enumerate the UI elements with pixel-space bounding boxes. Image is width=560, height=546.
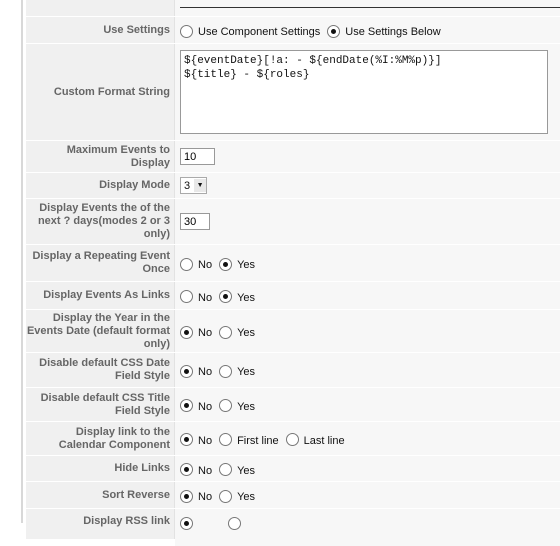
row-repeating-once: Display a Repeating Event Once No Yes bbox=[26, 245, 560, 282]
row-max-events: Maximum Events to Display bbox=[26, 141, 560, 173]
radio-yes[interactable]: Yes bbox=[219, 257, 255, 271]
row-calendar-link: Display link to the Calendar Component N… bbox=[26, 422, 560, 456]
field-label: Display a Repeating Event Once bbox=[26, 245, 175, 281]
row-hide-links: Hide Links No Yes bbox=[26, 456, 560, 482]
radio-yes[interactable]: Yes bbox=[219, 325, 255, 339]
field-label: Display link to the Calendar Component bbox=[26, 422, 175, 455]
next-days-input[interactable] bbox=[180, 213, 210, 230]
radio-use-settings-below[interactable]: Use Settings Below bbox=[327, 24, 441, 38]
radio-no[interactable]: No bbox=[180, 462, 212, 477]
radio-use-component-settings[interactable]: Use Component Settings bbox=[180, 24, 320, 38]
field-label: Disable default CSS Title Field Style bbox=[26, 388, 175, 421]
row-rss-link: Display RSS link bbox=[26, 509, 560, 546]
chevron-down-icon: ▼ bbox=[194, 179, 207, 192]
row-events-as-links: Display Events As Links No Yes bbox=[26, 282, 560, 310]
field-label: Hide Links bbox=[26, 456, 175, 481]
row-use-settings: Use Settings Use Component Settings Use … bbox=[26, 17, 560, 44]
radio-no[interactable]: No bbox=[180, 364, 212, 378]
row-css-date: Disable default CSS Date Field Style No … bbox=[26, 353, 560, 388]
field-label: Display Mode bbox=[26, 173, 175, 198]
radio-yes[interactable]: Yes bbox=[219, 462, 255, 477]
panel-border bbox=[21, 0, 23, 523]
field-label: Disable default CSS Date Field Style bbox=[26, 353, 175, 387]
field-label: Maximum Events to Display bbox=[26, 141, 175, 172]
radio-last-line[interactable]: Last line bbox=[285, 432, 345, 447]
radio-first-line[interactable]: First line bbox=[219, 432, 279, 447]
radio-yes[interactable]: Yes bbox=[219, 364, 255, 378]
radio-no[interactable]: No bbox=[180, 398, 212, 413]
radio-yes[interactable]: Yes bbox=[219, 289, 255, 304]
field-label: Display the Year in the Events Date (def… bbox=[26, 310, 175, 352]
radio-no[interactable]: No bbox=[180, 489, 212, 503]
max-events-input[interactable] bbox=[180, 148, 215, 165]
row-css-title: Disable default CSS Title Field Style No… bbox=[26, 388, 560, 422]
top-row bbox=[26, 0, 560, 17]
radio-yes[interactable]: Yes bbox=[219, 398, 255, 413]
field-label: Display Events the of the next ? days(mo… bbox=[26, 199, 175, 244]
row-display-mode: Display Mode 3 ▼ bbox=[26, 173, 560, 199]
empty-label bbox=[26, 0, 175, 16]
radio-yes[interactable]: Yes bbox=[219, 489, 255, 503]
field-label: Display RSS link bbox=[26, 509, 175, 539]
row-custom-format: Custom Format String ${eventDate}[!a: - … bbox=[26, 44, 560, 141]
row-next-days: Display Events the of the next ? days(mo… bbox=[26, 199, 560, 245]
settings-table: Use Settings Use Component Settings Use … bbox=[26, 0, 560, 546]
field-label: Display Events As Links bbox=[26, 282, 175, 309]
radio-no[interactable]: No bbox=[180, 257, 212, 271]
radio-no[interactable]: No bbox=[180, 289, 212, 304]
custom-format-textarea[interactable]: ${eventDate}[!a: - ${endDate(%I:%M%p)}] … bbox=[180, 50, 548, 134]
field-label: Use Settings bbox=[26, 17, 175, 43]
display-mode-select[interactable]: 3 ▼ bbox=[180, 177, 208, 194]
field-label: Sort Reverse bbox=[26, 482, 175, 508]
row-sort-reverse: Sort Reverse No Yes bbox=[26, 482, 560, 509]
radio-no[interactable]: No bbox=[180, 432, 212, 447]
field-label: Custom Format String bbox=[26, 44, 175, 140]
radio-no[interactable]: No bbox=[180, 325, 212, 339]
divider bbox=[180, 7, 560, 8]
row-display-year: Display the Year in the Events Date (def… bbox=[26, 310, 560, 353]
